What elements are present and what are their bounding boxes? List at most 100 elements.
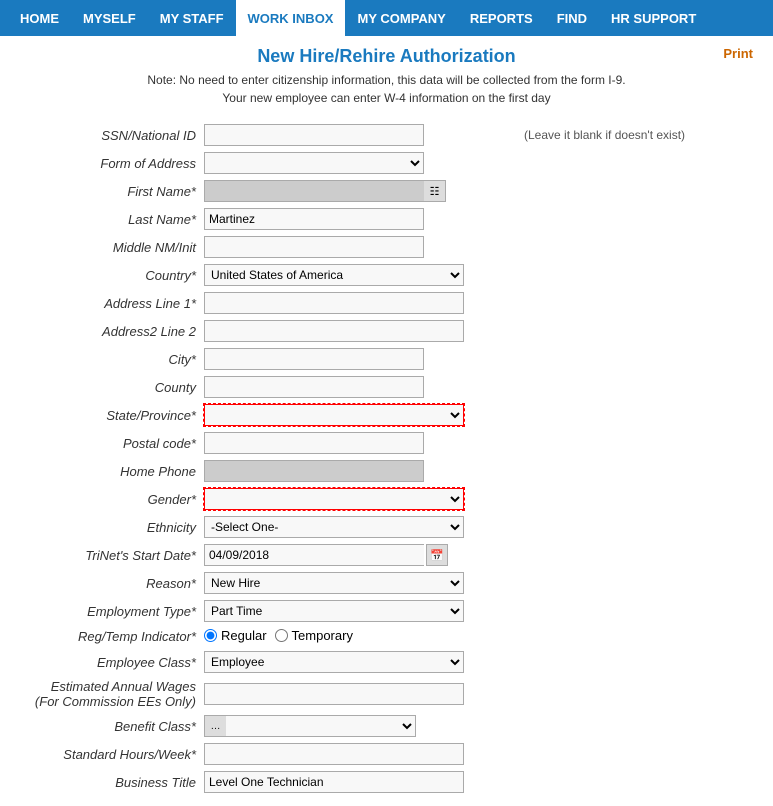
ethnicity-row: Ethnicity -Select One- Hispanic or Latin…	[20, 513, 753, 541]
country-select[interactable]: United States of America Canada Mexico	[204, 264, 464, 286]
benefit-class-row: Benefit Class* …	[20, 712, 753, 740]
regular-radio-label[interactable]: Regular	[204, 628, 267, 643]
benefit-class-select[interactable]	[226, 715, 416, 737]
home-phone-input[interactable]	[204, 460, 424, 482]
nav-reports[interactable]: REPORTS	[458, 0, 545, 36]
note-text: Note: No need to enter citizenship infor…	[20, 71, 753, 107]
country-row: Country* United States of America Canada…	[20, 261, 753, 289]
start-date-input-cell: 📅	[200, 541, 520, 569]
start-date-row: TriNet's Start Date* 📅	[20, 541, 753, 569]
annual-wages-label: Estimated Annual Wages(For Commission EE…	[20, 676, 200, 712]
reg-temp-radio-group: Regular Temporary	[204, 628, 353, 643]
employment-type-row: Employment Type* Full Time Part Time	[20, 597, 753, 625]
nav-work-inbox[interactable]: WORK INBOX	[236, 0, 346, 36]
employment-type-label: Employment Type*	[20, 597, 200, 625]
ssn-label: SSN/National ID	[20, 121, 200, 149]
middle-name-label: Middle NM/Init	[20, 233, 200, 261]
state-label: State/Province*	[20, 401, 200, 429]
standard-hours-label: Standard Hours/Week*	[20, 740, 200, 768]
last-name-input-cell	[200, 205, 520, 233]
form-of-address-select[interactable]: Mr. Ms. Mrs. Dr.	[204, 152, 424, 174]
employee-class-label: Employee Class*	[20, 648, 200, 676]
employment-type-select[interactable]: Full Time Part Time	[204, 600, 464, 622]
benefit-class-input-cell: …	[200, 712, 520, 740]
first-name-icon-btn[interactable]: ☷	[424, 180, 446, 202]
city-row: City*	[20, 345, 753, 373]
benefit-class-dots-btn[interactable]: …	[204, 715, 226, 737]
form-of-address-label: Form of Address	[20, 149, 200, 177]
gender-input-cell: Male Female Non-Binary	[200, 485, 520, 513]
reason-select[interactable]: New Hire Rehire	[204, 572, 464, 594]
address1-input[interactable]	[204, 292, 464, 314]
nav-myself[interactable]: MYSELF	[71, 0, 148, 36]
reason-row: Reason* New Hire Rehire	[20, 569, 753, 597]
temporary-radio[interactable]	[275, 629, 288, 642]
first-name-input-cell: ☷	[200, 177, 520, 205]
ssn-hint: (Leave it blank if doesn't exist)	[520, 121, 753, 149]
annual-wages-input[interactable]	[204, 683, 464, 705]
start-date-input[interactable]	[204, 544, 424, 566]
navigation: HOME MYSELF MY STAFF WORK INBOX MY COMPA…	[0, 0, 773, 36]
standard-hours-row: Standard Hours/Week*	[20, 740, 753, 768]
address2-input-cell	[200, 317, 520, 345]
form-of-address-input-cell: Mr. Ms. Mrs. Dr.	[200, 149, 520, 177]
benefit-class-wrapper: …	[204, 715, 416, 737]
nav-my-staff[interactable]: MY STAFF	[148, 0, 236, 36]
address2-input[interactable]	[204, 320, 464, 342]
city-input-cell	[200, 345, 520, 373]
ethnicity-input-cell: -Select One- Hispanic or Latino Not Hisp…	[200, 513, 520, 541]
last-name-row: Last Name*	[20, 205, 753, 233]
gender-row: Gender* Male Female Non-Binary	[20, 485, 753, 513]
employee-class-select[interactable]: Employee Contractor	[204, 651, 464, 673]
standard-hours-input[interactable]	[204, 743, 464, 765]
last-name-input[interactable]	[204, 208, 424, 230]
postal-row: Postal code*	[20, 429, 753, 457]
ethnicity-select[interactable]: -Select One- Hispanic or Latino Not Hisp…	[204, 516, 464, 538]
start-date-wrapper: 📅	[204, 544, 448, 566]
address1-input-cell	[200, 289, 520, 317]
middle-name-row: Middle NM/Init	[20, 233, 753, 261]
nav-home[interactable]: HOME	[8, 0, 71, 36]
gender-label: Gender*	[20, 485, 200, 513]
start-date-label: TriNet's Start Date*	[20, 541, 200, 569]
reason-label: Reason*	[20, 569, 200, 597]
annual-wages-row: Estimated Annual Wages(For Commission EE…	[20, 676, 753, 712]
standard-hours-input-cell	[200, 740, 520, 768]
first-name-row: First Name* ☷	[20, 177, 753, 205]
state-input-cell: CA NY TX	[200, 401, 520, 429]
business-title-row: Business Title	[20, 768, 753, 796]
county-input[interactable]	[204, 376, 424, 398]
nav-hr-support[interactable]: HR SUPPORT	[599, 0, 708, 36]
home-phone-row: Home Phone	[20, 457, 753, 485]
calendar-icon[interactable]: 📅	[426, 544, 448, 566]
middle-name-input[interactable]	[204, 236, 424, 258]
first-name-input[interactable]	[204, 180, 424, 202]
print-link[interactable]: Print	[723, 46, 753, 61]
state-select[interactable]: CA NY TX	[204, 404, 464, 426]
gender-select[interactable]: Male Female Non-Binary	[204, 488, 464, 510]
ethnicity-label: Ethnicity	[20, 513, 200, 541]
postal-input[interactable]	[204, 432, 424, 454]
business-title-input[interactable]	[204, 771, 464, 793]
ssn-row: SSN/National ID (Leave it blank if doesn…	[20, 121, 753, 149]
ssn-input[interactable]	[204, 124, 424, 146]
regular-radio[interactable]	[204, 629, 217, 642]
county-row: County	[20, 373, 753, 401]
first-name-label: First Name*	[20, 177, 200, 205]
address2-label: Address2 Line 2	[20, 317, 200, 345]
business-title-input-cell	[200, 768, 520, 796]
postal-input-cell	[200, 429, 520, 457]
reg-temp-row: Reg/Temp Indicator* Regular Temporary	[20, 625, 753, 648]
address1-label: Address Line 1*	[20, 289, 200, 317]
home-phone-label: Home Phone	[20, 457, 200, 485]
country-label: Country*	[20, 261, 200, 289]
nav-find[interactable]: FIND	[545, 0, 599, 36]
temporary-radio-label[interactable]: Temporary	[275, 628, 353, 643]
state-row: State/Province* CA NY TX	[20, 401, 753, 429]
nav-my-company[interactable]: MY COMPANY	[345, 0, 457, 36]
page-content: New Hire/Rehire Authorization Print Note…	[0, 36, 773, 806]
address1-row: Address Line 1*	[20, 289, 753, 317]
hire-form: SSN/National ID (Leave it blank if doesn…	[20, 121, 753, 796]
city-input[interactable]	[204, 348, 424, 370]
first-name-input-wrapper: ☷	[204, 180, 446, 202]
